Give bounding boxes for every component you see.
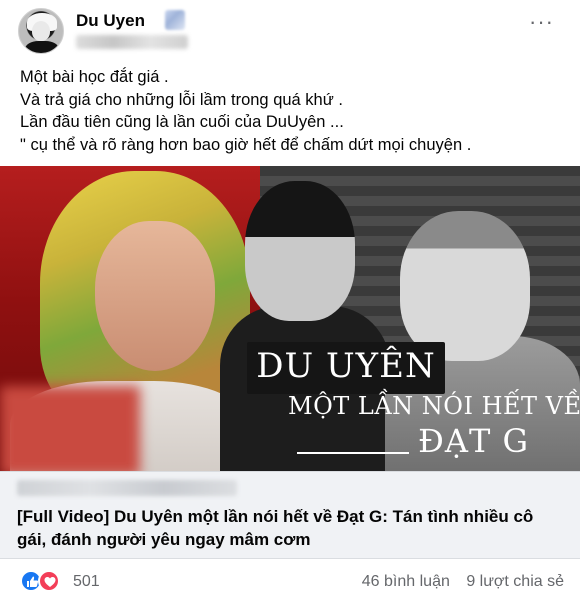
- love-icon: [38, 570, 60, 592]
- post-line: Lần đầu tiên cũng là lần cuối của DuUyên…: [20, 113, 344, 131]
- post-line: Và trả giá cho những lỗi lầm trong quá k…: [20, 90, 343, 109]
- blurred-post-meta: [76, 35, 188, 49]
- overlay-name: ĐẠT G: [418, 422, 530, 460]
- lady-head: [400, 211, 530, 361]
- post-line: Một bài học đắt giá .: [20, 68, 169, 86]
- post-line: " cụ thể và rõ ràng hơn bao giờ hết để c…: [20, 135, 472, 154]
- overlay-subtitle: MỘT LẦN NÓI HẾT VỀ: [288, 392, 580, 420]
- man-head: [245, 181, 355, 321]
- post-body: Một bài học đắt giá . Và trả giá cho nhữ…: [20, 66, 560, 156]
- avatar-face: [32, 21, 50, 41]
- engagement-stats: 46 bình luận 9 lượt chia sẻ: [362, 573, 564, 591]
- overlay-title: DU UYÊN: [256, 346, 436, 386]
- blurred-logo: [0, 386, 140, 471]
- video-thumbnail[interactable]: DU UYÊN MỘT LẦN NÓI HẾT VỀ ĐẠT G: [0, 166, 580, 471]
- reactions[interactable]: [20, 570, 66, 594]
- more-options-icon[interactable]: ···: [529, 11, 554, 33]
- blurred-badge: [165, 10, 185, 30]
- post-footer: 501 46 bình luận 9 lượt chia sẻ: [0, 568, 580, 598]
- link-title[interactable]: [Full Video] Du Uyên một lần nói hết về …: [17, 505, 565, 551]
- avatar-body: [25, 41, 59, 53]
- author-avatar[interactable]: [18, 8, 64, 54]
- link-preview[interactable]: [Full Video] Du Uyên một lần nói hết về …: [0, 471, 580, 559]
- post-header: Du Uyen ···: [18, 8, 562, 56]
- share-count[interactable]: 9 lượt chia sẻ: [466, 573, 564, 590]
- blurred-domain: [17, 480, 237, 496]
- author-name[interactable]: Du Uyen: [76, 11, 145, 31]
- reaction-count[interactable]: 501: [73, 573, 100, 591]
- overlay-divider: [297, 452, 409, 454]
- woman-face: [95, 221, 215, 371]
- comment-count[interactable]: 46 bình luận: [362, 573, 450, 590]
